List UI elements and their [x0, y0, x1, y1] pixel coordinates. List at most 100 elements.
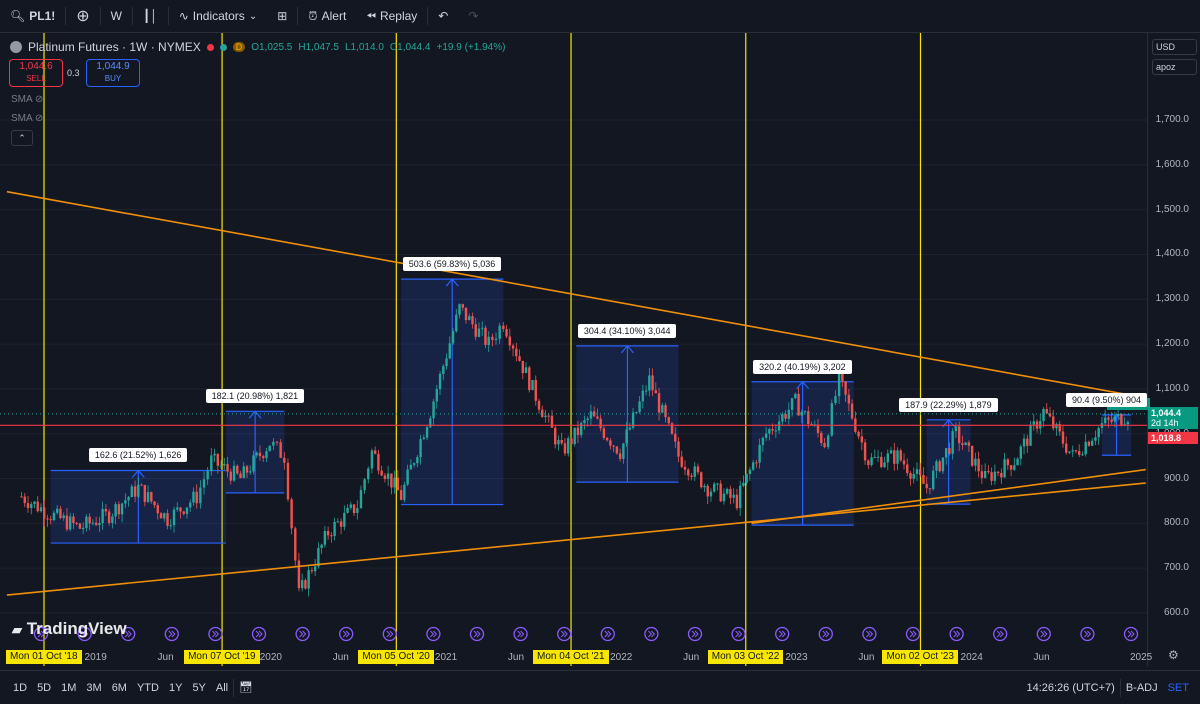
- candle-body: [323, 531, 327, 545]
- sell-button[interactable]: 1,044.6 SELL: [9, 59, 63, 87]
- candle-body: [343, 512, 346, 527]
- candle-body: [330, 535, 333, 537]
- candle-body: [1094, 437, 1097, 441]
- goto-date-button[interactable]: 📅︎: [234, 681, 258, 694]
- range-5d-button[interactable]: 5D: [32, 682, 56, 694]
- price-tick-label: 1,100.0: [1155, 382, 1189, 394]
- eye-off-icon[interactable]: ⊘: [35, 94, 43, 105]
- buy-button[interactable]: 1,044.9 BUY: [86, 59, 140, 87]
- candle-body: [664, 405, 667, 418]
- candle-body: [202, 479, 206, 488]
- market-closed-icon: [206, 43, 214, 51]
- candle-body: [1000, 473, 1003, 478]
- candle-body: [213, 453, 216, 456]
- measure-label[interactable]: 182.1 (20.98%) 1,821: [205, 389, 305, 404]
- vertical-line-date-label: Mon 04 Oct '21: [533, 650, 609, 664]
- price-line-tag-text: 1,018.8: [1151, 433, 1182, 444]
- scale-mode-selector[interactable]: apoz: [1152, 59, 1197, 75]
- interval-button[interactable]: W: [101, 0, 132, 32]
- eye-off-icon[interactable]: ⊘: [35, 113, 43, 124]
- candle-body: [1029, 424, 1032, 446]
- range-ytd-button[interactable]: YTD: [132, 682, 164, 694]
- candle-body: [745, 473, 748, 483]
- currency-selector[interactable]: USD: [1152, 39, 1197, 55]
- range-3m-button[interactable]: 3M: [81, 682, 106, 694]
- price-tick-label: 900.0: [1163, 472, 1189, 484]
- candle-body: [725, 488, 729, 494]
- candle-body: [468, 316, 471, 321]
- candle-body: [657, 393, 661, 413]
- candle-body: [1003, 459, 1006, 478]
- time-axis-label: Jun: [858, 652, 875, 663]
- collapse-legend-button[interactable]: ⌃: [11, 130, 33, 146]
- candle-body: [481, 327, 484, 329]
- measure-label[interactable]: 304.4 (34.10%) 3,044: [577, 323, 677, 338]
- candle-body: [729, 488, 732, 498]
- candle-body: [33, 501, 36, 505]
- candle-body: [573, 427, 576, 445]
- measure-label[interactable]: 90.4 (9.50%) 904: [1066, 392, 1148, 407]
- candle-body: [928, 488, 932, 490]
- alert-button[interactable]: ⏰︎ Alert: [298, 0, 356, 32]
- session-toggle[interactable]: SET: [1163, 682, 1194, 694]
- undo-button[interactable]: ↶: [428, 0, 458, 32]
- chart-settings-icon[interactable]: ⚙: [1168, 648, 1179, 662]
- candle-body: [638, 401, 641, 413]
- range-1d-button[interactable]: 1D: [8, 682, 32, 694]
- candle-body: [101, 508, 104, 523]
- candle-body: [876, 456, 880, 458]
- candle-body: [393, 477, 396, 488]
- range-6m-button[interactable]: 6M: [107, 682, 132, 694]
- candle-body: [713, 483, 716, 492]
- candle-body: [265, 451, 268, 459]
- candle-body: [1042, 408, 1045, 422]
- price-tick-label: 1,300.0: [1155, 293, 1189, 305]
- range-all-button[interactable]: All: [211, 682, 233, 694]
- ohlc-open: O1,025.5: [251, 41, 293, 53]
- candle-body: [837, 371, 841, 397]
- candle-body: [412, 463, 416, 465]
- badj-toggle[interactable]: B-ADJ: [1121, 682, 1163, 694]
- candle-body: [370, 450, 374, 469]
- range-1y-button[interactable]: 1Y: [164, 682, 187, 694]
- event-marker-glyph: [342, 630, 350, 638]
- candle-body: [283, 457, 286, 463]
- layouts-button[interactable]: ⊞: [267, 0, 297, 32]
- range-5y-button[interactable]: 5Y: [187, 682, 210, 694]
- measure-label[interactable]: 162.6 (21.52%) 1,626: [88, 448, 188, 463]
- candle-body: [987, 471, 990, 473]
- vertical-line-date-label: Mon 05 Oct '20: [358, 650, 434, 664]
- event-marker-glyph: [691, 630, 699, 638]
- candle-body: [524, 367, 528, 374]
- candle-body: [339, 521, 343, 527]
- chevron-up-icon: ⌃: [18, 133, 26, 143]
- measure-label[interactable]: 503.6 (59.83%) 5,036: [402, 257, 502, 272]
- chart-type-button[interactable]: ┃│: [133, 0, 168, 32]
- candle-body: [820, 432, 823, 443]
- replay-button[interactable]: ⏪︎ Replay: [356, 0, 427, 32]
- ohlc-low: L1,014.0: [344, 41, 384, 53]
- add-symbol-button[interactable]: ⊕: [66, 0, 99, 32]
- candle-body: [625, 429, 628, 444]
- candle-body: [1052, 416, 1055, 429]
- candle-body: [547, 415, 550, 417]
- candle-body: [346, 507, 349, 513]
- candle-body: [451, 331, 455, 344]
- indicators-button[interactable]: ∿ Indicators ⌄: [169, 0, 267, 32]
- range-1m-button[interactable]: 1M: [56, 682, 81, 694]
- sma-indicator-1[interactable]: SMA ⊘: [11, 94, 43, 105]
- symbol-search[interactable]: 🔍︎ PL1!: [0, 0, 65, 32]
- measure-label[interactable]: 187.9 (22.29%) 1,879: [899, 397, 998, 412]
- candle-body: [622, 443, 625, 459]
- clock-display[interactable]: 14:26:26 (UTC+7): [1021, 682, 1119, 694]
- candle-body: [352, 504, 356, 514]
- time-axis-label: 2020: [259, 652, 282, 663]
- price-tick-label: 700.0: [1163, 562, 1189, 574]
- data-badge: D: [232, 42, 246, 52]
- sma-indicator-2[interactable]: SMA ⊘: [11, 113, 43, 124]
- measure-label[interactable]: 320.2 (40.19%) 3,202: [753, 359, 852, 374]
- candle-body: [272, 441, 275, 446]
- price-axis[interactable]: USD apoz 1,700.0 1,600.0 1,500.0 1,400.0 1,3…: [1147, 33, 1200, 666]
- redo-button[interactable]: ↷: [458, 0, 488, 32]
- price-chart[interactable]: [0, 33, 1147, 666]
